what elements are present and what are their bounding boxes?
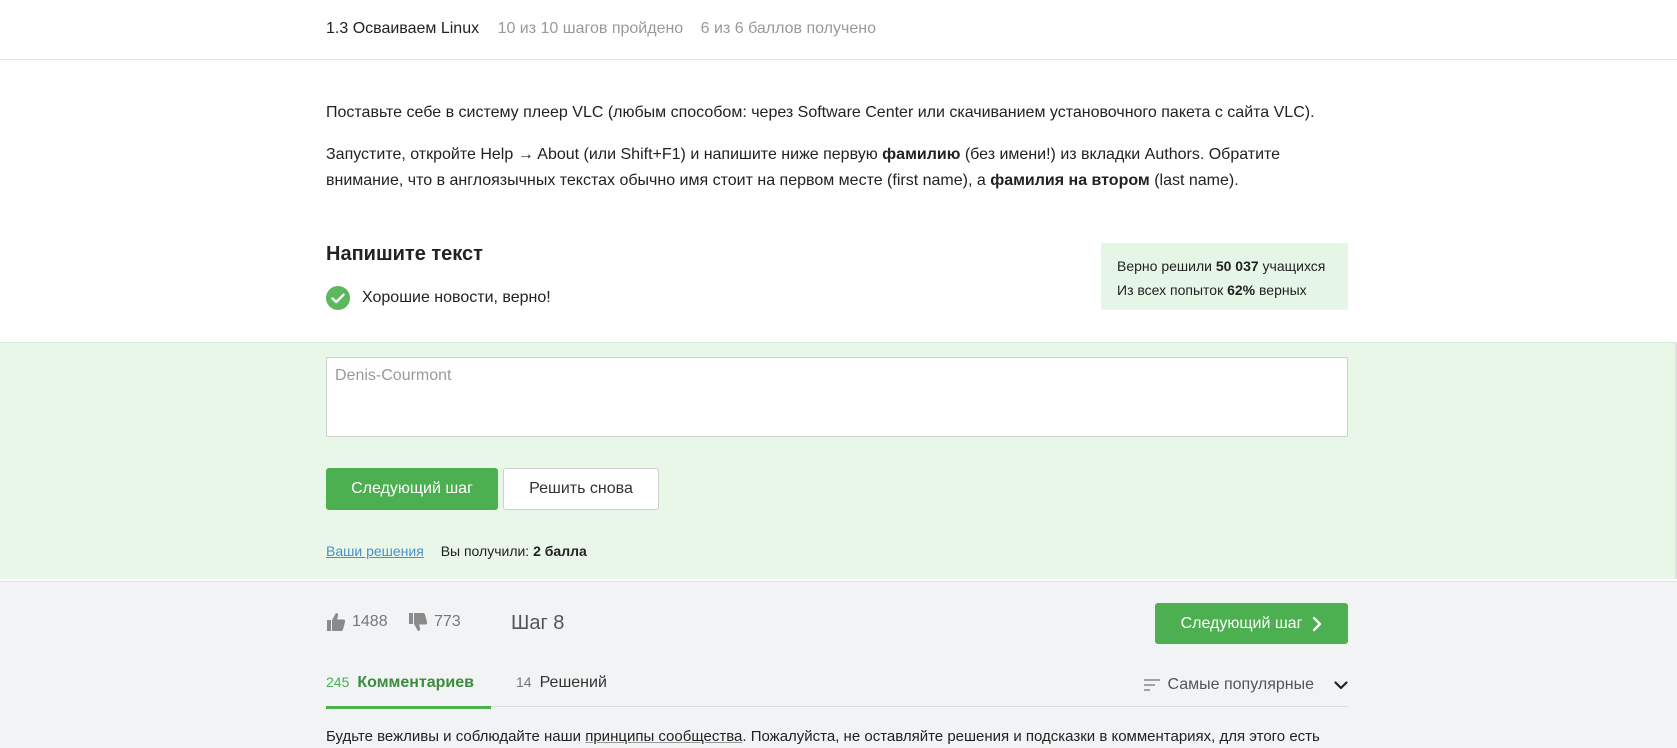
community-rules-notice: Будьте вежливы и соблюдайте наши принцип… <box>326 728 1320 745</box>
step-text-bold: фамилию <box>882 146 961 163</box>
step-paragraph-2: Запустите, откройте Help → About (или Sh… <box>326 142 1348 194</box>
sort-icon <box>1143 679 1160 691</box>
check-icon <box>326 286 350 310</box>
stats-accuracy: Из всех попыток 62% верных <box>1117 278 1348 302</box>
like-button[interactable]: 1488 <box>326 612 388 632</box>
step-text-segment: (last name). <box>1149 172 1239 189</box>
next-step-label: Следующий шаг <box>1180 614 1303 632</box>
tab-count: 245 <box>326 674 350 690</box>
step-paragraph-1: Поставьте себе в систему плеер VLC (любы… <box>326 104 1315 121</box>
step-text-bold: фамилия на втором <box>990 172 1150 189</box>
stats-value: 62% <box>1227 282 1256 298</box>
next-step-button[interactable]: Следующий шаг <box>326 468 498 510</box>
solve-stats: Верно решили 50 037 учащихся Из всех поп… <box>1101 243 1348 310</box>
stats-value: 50 037 <box>1215 258 1259 274</box>
step-number: Шаг 8 <box>511 612 565 634</box>
tab-comments[interactable]: 245 Комментариев <box>326 674 491 709</box>
thumbs-up-icon <box>327 613 346 631</box>
community-rules-link[interactable]: принципы сообщества <box>585 728 742 745</box>
your-solutions-link[interactable]: Ваши решения <box>326 543 424 559</box>
answer-input[interactable]: Denis-Courmont <box>326 357 1348 437</box>
rules-text: . Пожалуйста, не оставляйте решения и по… <box>742 728 1320 745</box>
tab-label: Решений <box>539 674 607 691</box>
stats-text: верных <box>1255 282 1307 298</box>
dislike-count: 773 <box>434 613 461 630</box>
lesson-header: 1.3 Осваиваем Linux 10 из 10 шагов пройд… <box>0 0 1677 60</box>
stats-text: Верно решили <box>1117 258 1216 274</box>
tab-count: 14 <box>516 674 532 690</box>
solutions-row: Ваши решения Вы получили: 2 балла <box>326 541 587 561</box>
sort-dropdown[interactable]: Самые популярные <box>1143 676 1348 694</box>
stats-text: Из всех попыток <box>1117 282 1228 298</box>
discussion-panel <box>0 581 1677 748</box>
like-count: 1488 <box>352 613 388 630</box>
next-step-button-bottom[interactable]: Следующий шаг <box>1155 603 1348 644</box>
quiz-title: Напишите текст <box>326 243 483 265</box>
quiz-status: Хорошие новости, верно! <box>326 286 551 310</box>
discussion-tabs: 245 Комментариев 14 Решений Самые популярн… <box>326 674 1348 709</box>
chevron-down-icon <box>1334 680 1348 689</box>
lesson-title[interactable]: 1.3 Осваиваем Linux <box>326 20 479 37</box>
tab-solutions[interactable]: 14 Решений <box>516 674 607 706</box>
score-value: 2 балла <box>533 543 587 559</box>
steps-progress: 10 из 10 шагов пройдено <box>497 20 684 37</box>
rules-text: Будьте вежливы и соблюдайте наши <box>326 728 586 745</box>
stats-text: учащихся <box>1258 258 1326 274</box>
step-text-segment: Запустите, откройте Help → About (или Sh… <box>326 146 883 163</box>
score-label: Вы получили: <box>440 543 534 559</box>
retry-button[interactable]: Решить снова <box>503 468 659 510</box>
sort-label: Самые популярные <box>1167 676 1314 693</box>
stats-solved: Верно решили 50 037 учащихся <box>1117 254 1348 278</box>
dislike-button[interactable]: 773 <box>408 612 461 632</box>
tab-label: Комментариев <box>357 674 474 691</box>
status-text: Хорошие новости, верно! <box>362 289 551 306</box>
step-text: Поставьте себе в систему плеер VLC (любы… <box>326 100 1348 210</box>
chevron-right-icon <box>1313 616 1322 631</box>
points-progress: 6 из 6 баллов получено <box>700 20 876 37</box>
thumbs-down-icon <box>409 613 428 631</box>
